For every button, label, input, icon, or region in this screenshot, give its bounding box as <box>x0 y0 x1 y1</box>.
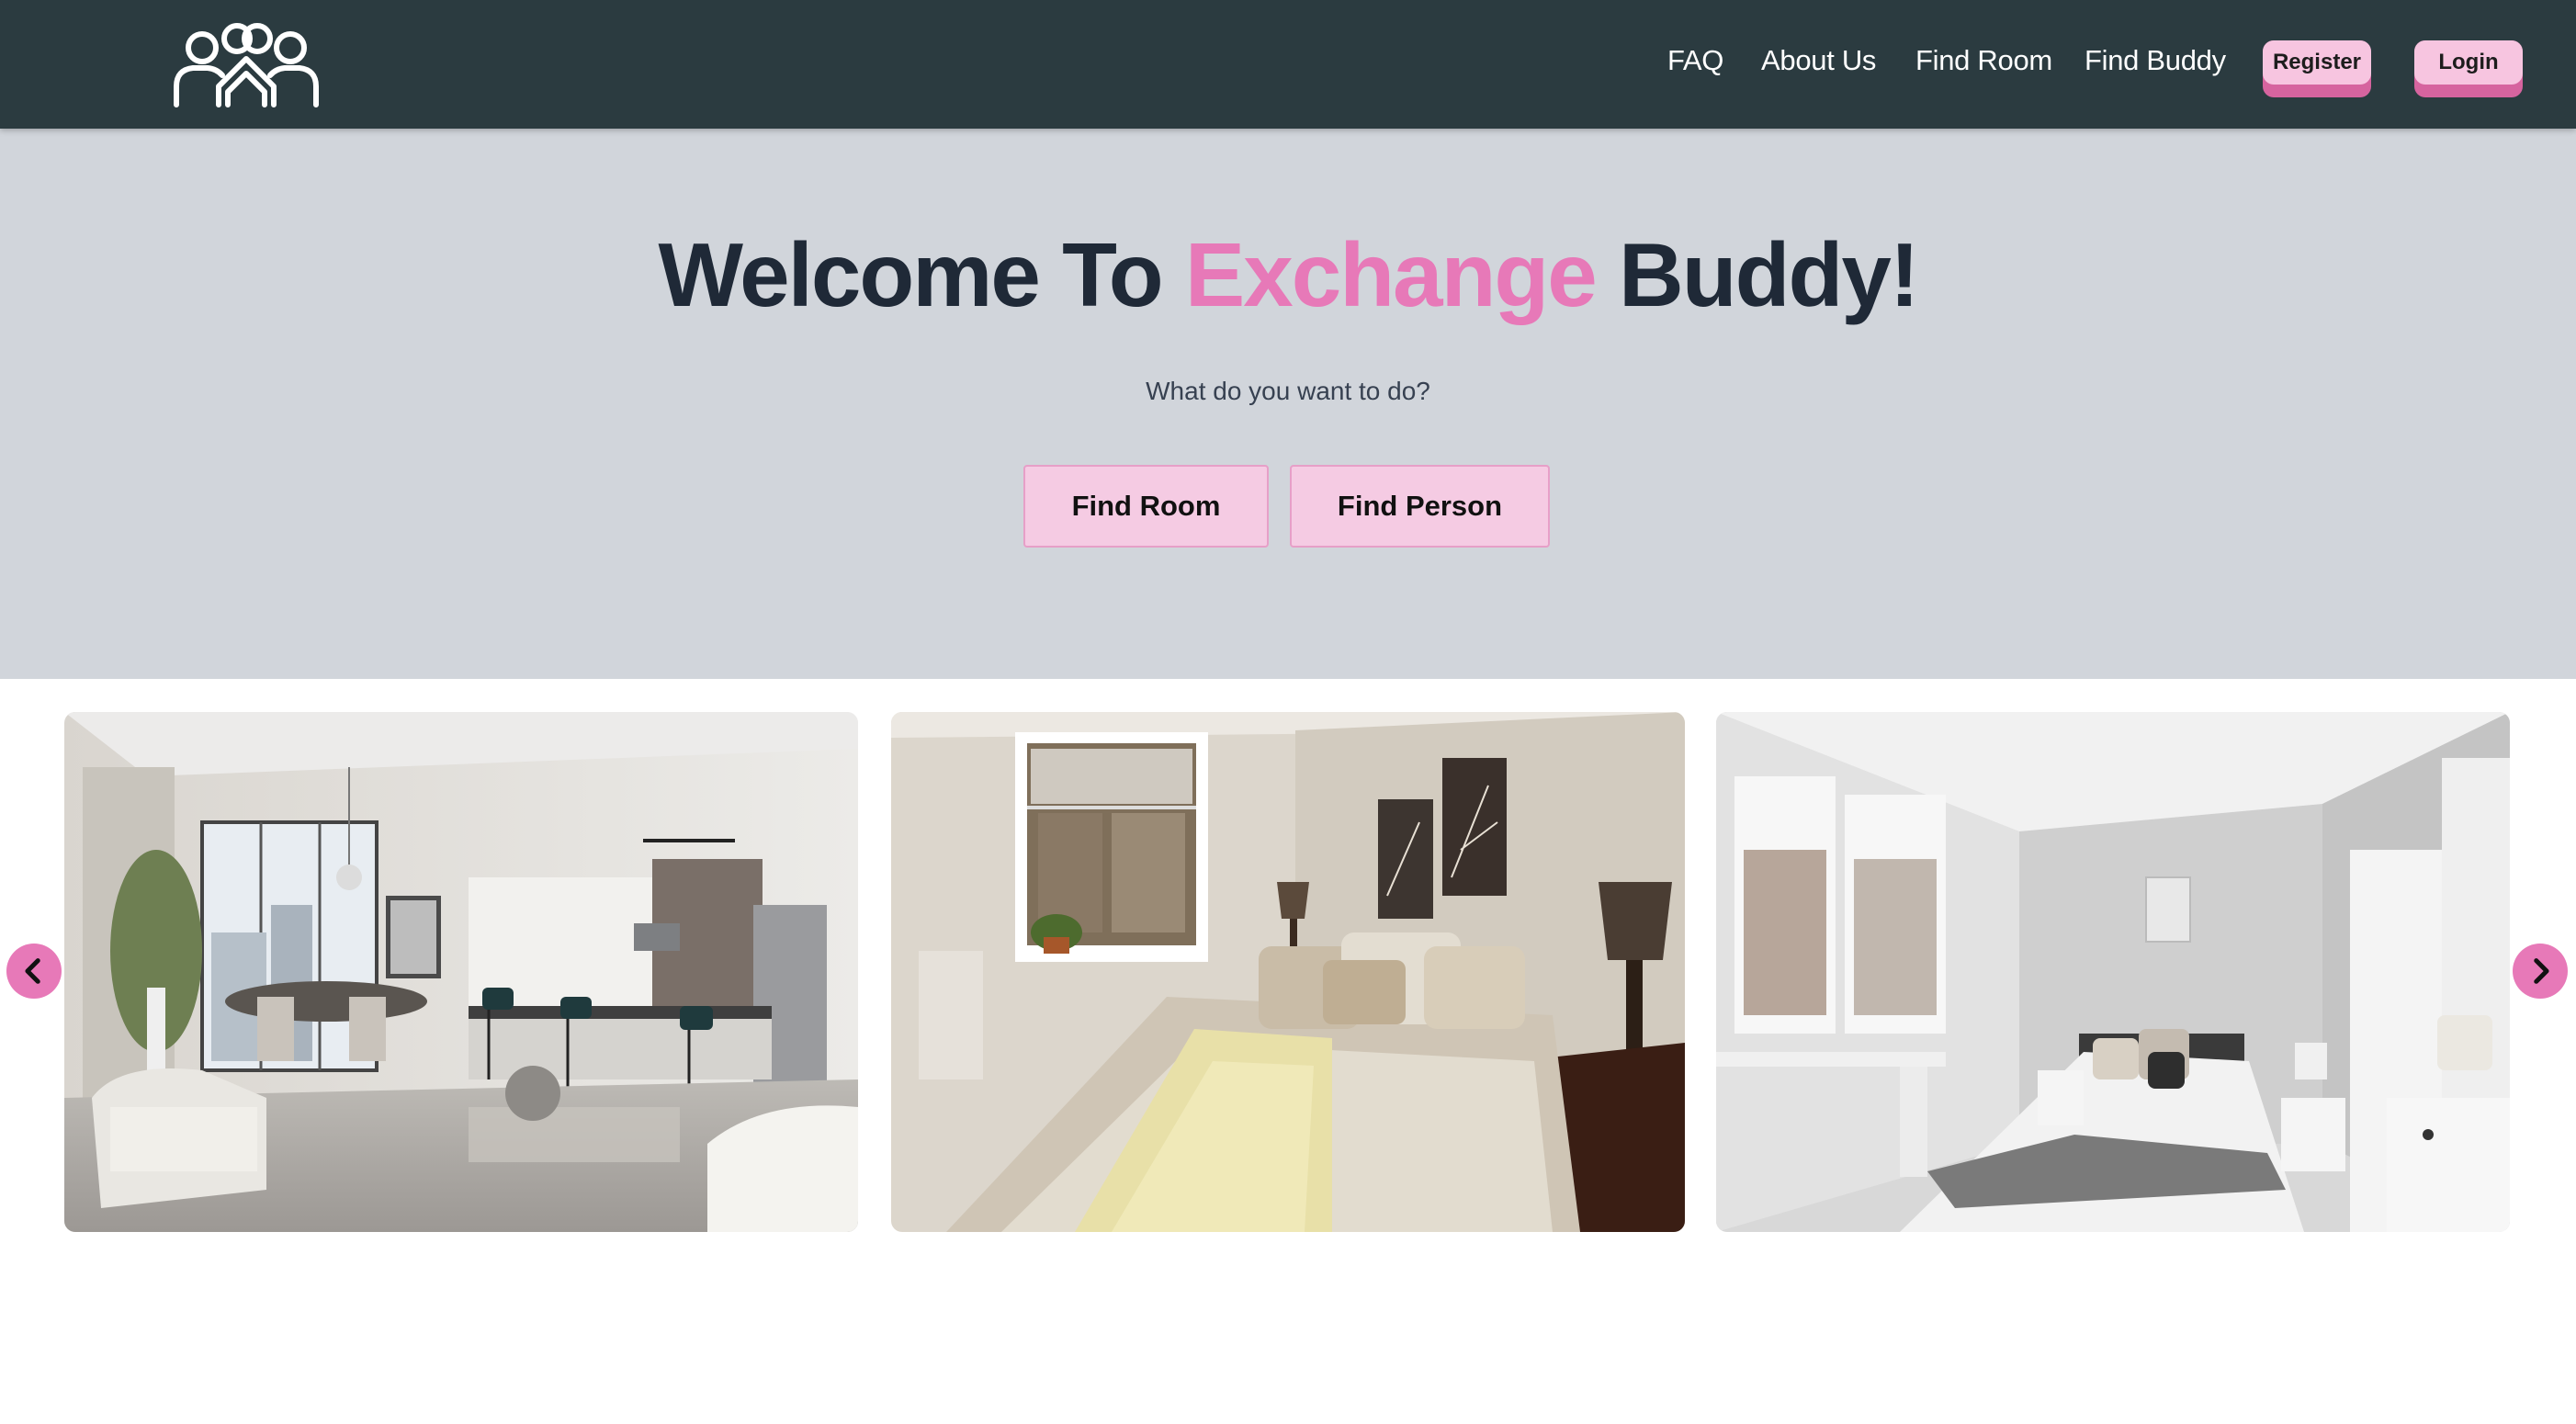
room-carousel <box>0 679 2576 1424</box>
top-navbar: FAQ About Us Find Room Find Buddy Regist… <box>0 0 2576 129</box>
nav-link-find-room[interactable]: Find Room <box>1915 44 2052 77</box>
carousel-next-button[interactable] <box>2513 944 2568 999</box>
hero-section: Welcome To Exchange Buddy! What do you w… <box>0 129 2576 679</box>
login-button[interactable]: Login <box>2414 40 2523 97</box>
hero-subtitle: What do you want to do? <box>1146 377 1430 405</box>
nav-link-about-us[interactable]: About Us <box>1761 44 1876 77</box>
find-person-button[interactable]: Find Person <box>1290 465 1550 548</box>
find-room-button[interactable]: Find Room <box>1023 465 1269 548</box>
nav-link-faq[interactable]: FAQ <box>1667 44 1723 77</box>
hero-title-part1: Welcome To <box>658 224 1185 325</box>
nav-link-find-buddy[interactable]: Find Buddy <box>2085 44 2226 77</box>
room-photo-bedroom-beige[interactable] <box>891 712 1685 1232</box>
chevron-left-icon <box>25 958 40 984</box>
room-photo-living-kitchen[interactable] <box>64 712 858 1232</box>
login-button-label: Login <box>2414 40 2523 85</box>
room-photo-bedroom-white[interactable] <box>1716 712 2510 1232</box>
carousel-prev-button[interactable] <box>6 944 62 999</box>
hero-title: Welcome To Exchange Buddy! <box>0 230 2576 320</box>
chevron-right-icon <box>2534 958 2549 984</box>
register-button-label: Register <box>2263 40 2371 85</box>
register-button[interactable]: Register <box>2263 40 2371 97</box>
hero-title-accent: Exchange <box>1184 224 1598 325</box>
hero-title-part2: Buddy! <box>1595 224 1920 325</box>
people-group-icon[interactable] <box>171 18 322 110</box>
